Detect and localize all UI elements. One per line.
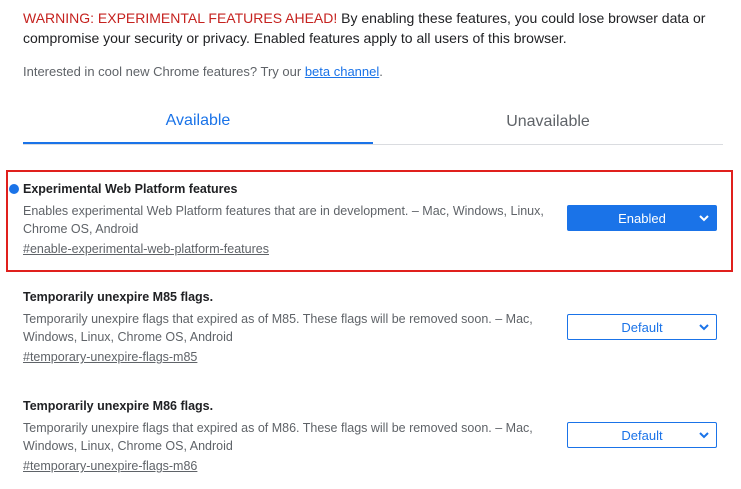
flag-description: Temporarily unexpire flags that expired … [23, 421, 533, 453]
tab-unavailable[interactable]: Unavailable [373, 100, 723, 144]
chevron-down-icon [699, 432, 709, 439]
flag-state-value: Default [621, 427, 663, 443]
flag-description: Temporarily unexpire flags that expired … [23, 312, 533, 344]
tabs-divider [23, 144, 723, 145]
warning-title: WARNING: EXPERIMENTAL FEATURES AHEAD! [23, 10, 338, 26]
flag-state-value: Enabled [618, 210, 666, 226]
flag-title: Experimental Web Platform features [23, 182, 238, 196]
flag-state-select[interactable]: Default [567, 314, 717, 340]
warning-message: WARNING: EXPERIMENTAL FEATURES AHEAD! By… [23, 8, 723, 48]
flag-anchor-link[interactable]: #enable-experimental-web-platform-featur… [23, 240, 269, 258]
chevron-down-icon [699, 324, 709, 331]
modified-indicator-dot [9, 184, 19, 194]
flag-description: Enables experimental Web Platform featur… [23, 204, 544, 236]
flag-state-select[interactable]: Default [567, 422, 717, 448]
flag-anchor-link[interactable]: #temporary-unexpire-flags-m85 [23, 348, 197, 366]
tab-bar: Available Unavailable [23, 100, 723, 144]
flag-title: Temporarily unexpire M86 flags. [23, 399, 214, 413]
tab-available[interactable]: Available [23, 100, 373, 144]
beta-prefix: Interested in cool new Chrome features? … [23, 64, 305, 79]
flag-anchor-link[interactable]: #temporary-unexpire-flags-m86 [23, 457, 197, 475]
flag-title: Temporarily unexpire M85 flags. [23, 290, 214, 304]
flag-state-select[interactable]: Enabled [567, 205, 717, 231]
flag-state-value: Default [621, 319, 663, 335]
beta-channel-link[interactable]: beta channel [305, 64, 379, 79]
chevron-down-icon [699, 215, 709, 222]
beta-suffix: . [379, 64, 383, 79]
beta-channel-line: Interested in cool new Chrome features? … [23, 62, 383, 82]
